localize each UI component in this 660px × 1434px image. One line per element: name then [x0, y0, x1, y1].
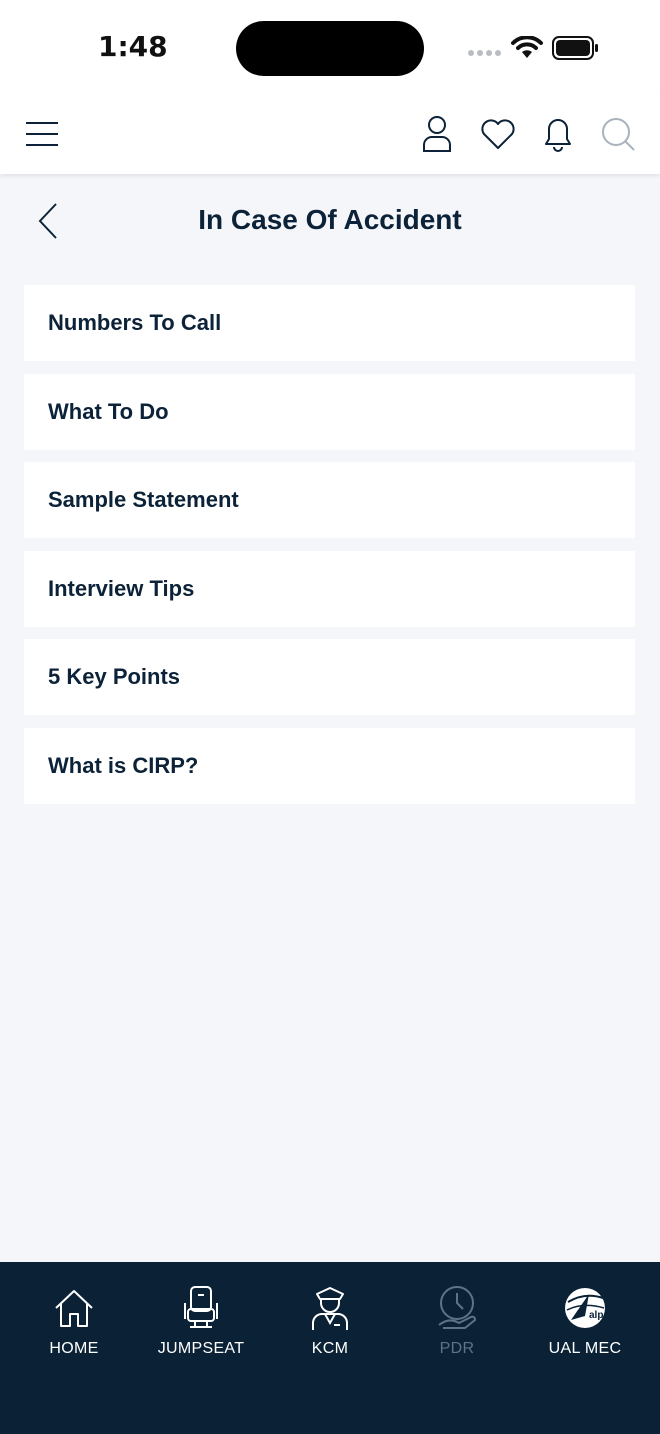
- clock-hand-icon: [438, 1286, 476, 1329]
- tab-home[interactable]: HOME: [19, 1284, 129, 1358]
- menu-item-sample-statement[interactable]: Sample Statement: [24, 462, 635, 538]
- hamburger-menu-icon[interactable]: [22, 114, 62, 154]
- tab-label: JUMPSEAT: [157, 1340, 245, 1357]
- notifications-bell-icon[interactable]: [538, 114, 578, 154]
- favorites-heart-icon[interactable]: [478, 114, 518, 154]
- tab-kcm[interactable]: KCM: [275, 1284, 385, 1358]
- page-title: In Case Of Accident: [198, 204, 462, 235]
- menu-item-what-to-do[interactable]: What To Do: [24, 373, 635, 450]
- menu-item-5-key-points[interactable]: 5 Key Points: [24, 639, 635, 715]
- tab-jumpseat[interactable]: JUMPSEAT: [146, 1284, 256, 1358]
- alpa-logo-icon: alpa: [565, 1288, 607, 1328]
- accident-menu-list: Numbers To Call What To Do Sample Statem…: [24, 285, 635, 816]
- menu-item-label: Numbers To Call: [48, 310, 222, 335]
- tab-pdr[interactable]: PDR: [402, 1284, 512, 1358]
- menu-item-label: 5 Key Points: [48, 664, 181, 689]
- home-icon: [55, 1290, 93, 1327]
- menu-item-label: What To Do: [48, 398, 169, 424]
- status-bar: 1:48: [0, 0, 660, 96]
- app-header: [0, 96, 660, 174]
- pilot-icon: [312, 1287, 348, 1330]
- menu-item-interview-tips[interactable]: Interview Tips: [24, 550, 635, 627]
- menu-item-label: Interview Tips: [48, 575, 195, 601]
- status-time: 1:48: [98, 30, 168, 63]
- profile-icon[interactable]: [417, 114, 457, 154]
- dynamic-island: [236, 21, 424, 76]
- menu-item-label: What is CIRP?: [48, 752, 199, 778]
- menu-item-numbers-to-call[interactable]: Numbers To Call: [24, 285, 635, 361]
- search-icon[interactable]: [598, 114, 638, 154]
- battery-icon: [552, 36, 598, 60]
- cellular-signal-icon: [468, 50, 501, 56]
- page-title-bar: In Case Of Accident: [0, 190, 660, 256]
- tab-ual-mec[interactable]: alpa UAL MEC: [530, 1284, 640, 1358]
- tab-label: PDR: [439, 1340, 475, 1357]
- menu-item-what-is-cirp[interactable]: What is CIRP?: [24, 727, 635, 804]
- tab-label: HOME: [49, 1340, 99, 1357]
- seat-icon: [184, 1286, 218, 1328]
- tab-label: UAL MEC: [548, 1340, 622, 1357]
- bottom-tab-bar: HOME JUMPSEAT KCM PDR alpa UAL MEC: [0, 1262, 660, 1434]
- tab-label: KCM: [311, 1340, 349, 1357]
- alpa-logo-text: alpa: [589, 1310, 607, 1321]
- wifi-icon: [511, 36, 543, 58]
- menu-item-label: Sample Statement: [48, 487, 239, 512]
